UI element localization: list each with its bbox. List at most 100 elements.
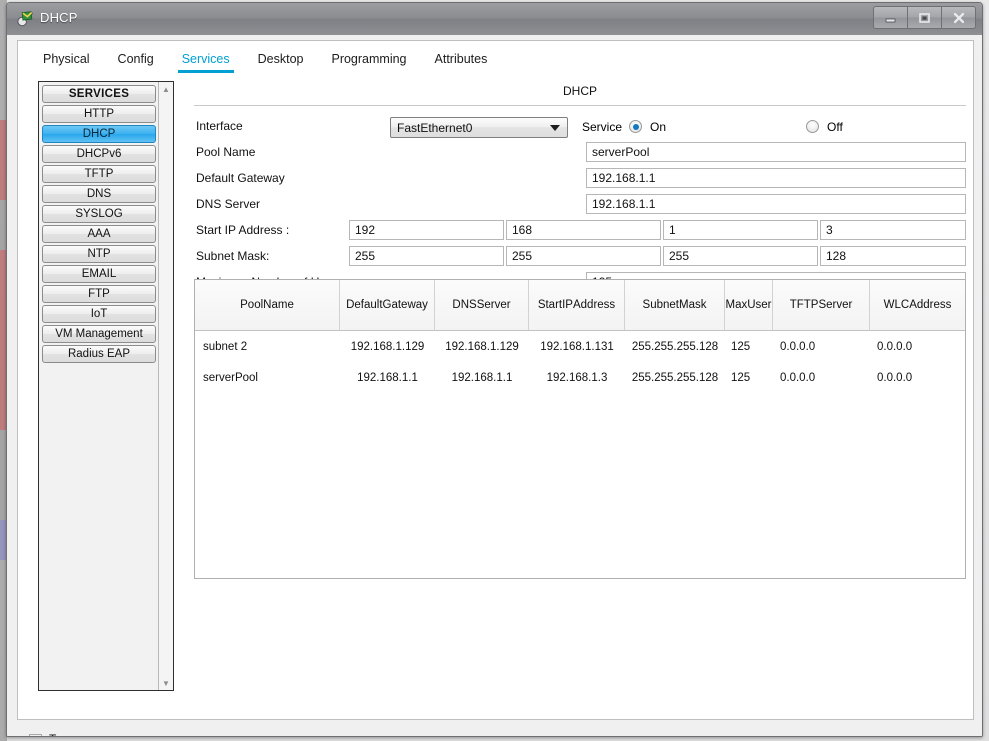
default-gateway-label: Default Gateway (196, 171, 285, 185)
page-title: DHCP (562, 84, 597, 98)
window-footer: Top (17, 725, 974, 736)
dns-server-label: DNS Server (196, 197, 261, 211)
start-ip-label: Start IP Address : (196, 223, 290, 237)
column-header-pool-name: Pool Name (195, 280, 340, 330)
sidebar-item-label: TFTP (84, 168, 114, 180)
column-header-wlc-address: WLC Address (883, 299, 952, 311)
maximize-button[interactable] (907, 6, 942, 29)
sidebar-item-syslog[interactable]: SYSLOG (42, 205, 156, 223)
sidebar-scrollbar[interactable]: ▲ ▼ (158, 82, 173, 690)
cell-dns-server: 192.168.1.129 (445, 340, 519, 353)
tab-bar: Physical Config Services Desktop Program… (18, 41, 973, 74)
column-header-start-ip: Start IP Address (529, 280, 625, 330)
interface-select[interactable]: FastEthernet0 (390, 117, 568, 138)
minimize-button[interactable] (873, 6, 908, 29)
cell-default-gateway: 192.168.1.129 (350, 340, 425, 353)
cell-max-user: 125 (731, 371, 751, 384)
scroll-up-icon[interactable]: ▲ (159, 82, 173, 96)
sidebar-item-ntp[interactable]: NTP (42, 245, 156, 263)
sidebar-item-label: EMAIL (81, 268, 117, 280)
sidebar-item-label: AAA (87, 228, 111, 240)
sidebar-item-label: SYSLOG (75, 208, 123, 220)
column-header-subnet-mask: Subnet Mask (625, 280, 725, 330)
table-row[interactable]: serverPool 192.168.1.1 192.168.1.1 192.1… (195, 362, 965, 393)
subnet-mask-octet-1[interactable] (349, 246, 504, 266)
subnet-mask-octet-4[interactable] (820, 246, 966, 266)
column-header-max-user: Max User (725, 280, 773, 330)
cell-subnet-mask: 255.255.255.128 (631, 371, 719, 384)
tab-physical[interactable]: Physical (29, 52, 104, 73)
service-off-radio[interactable] (806, 120, 819, 133)
tab-label: Physical (43, 52, 90, 66)
start-ip-octet-3[interactable] (663, 220, 818, 240)
window-title: DHCP (40, 10, 78, 25)
table-body: subnet 2 192.168.1.129 192.168.1.129 192… (195, 331, 965, 393)
start-ip-octet-4[interactable] (820, 220, 966, 240)
tab-programming[interactable]: Programming (317, 52, 420, 73)
services-list: SERVICES HTTP DHCP DHCPv6 TFTP DNS SYSLO… (39, 82, 162, 365)
cell-wlc-address: 0.0.0.0 (877, 371, 913, 384)
tab-bar-filler (501, 42, 973, 73)
packet-tracer-icon (16, 10, 34, 28)
chevron-down-icon (550, 125, 560, 131)
cell-start-ip: 192.168.1.3 (546, 371, 608, 384)
sidebar-item-label: NTP (87, 248, 111, 260)
tab-config[interactable]: Config (104, 52, 168, 73)
sidebar-item-email[interactable]: EMAIL (42, 265, 156, 283)
cell-tftp-server: 0.0.0.0 (780, 340, 816, 353)
pool-name-input[interactable] (586, 142, 966, 162)
cell-max-user: 125 (731, 340, 751, 353)
sidebar-item-label: VM Management (55, 328, 143, 340)
dns-server-input[interactable] (586, 194, 966, 214)
column-header-dns-server: DNS Server (435, 280, 529, 330)
window-titlebar[interactable]: DHCP (7, 3, 982, 36)
tab-label: Config (117, 52, 154, 66)
sidebar-item-dhcp[interactable]: DHCP (42, 125, 156, 143)
cell-subnet-mask: 255.255.255.128 (631, 340, 719, 353)
sidebar-item-ftp[interactable]: FTP (42, 285, 156, 303)
sidebar-item-dhcpv6[interactable]: DHCPv6 (42, 145, 156, 163)
table-row[interactable]: subnet 2 192.168.1.129 192.168.1.129 192… (195, 331, 965, 362)
table-header-row: Pool Name Default Gateway DNS Server Start I… (195, 280, 965, 331)
application-root: DHCP Physical Config Services Desktop Pr… (0, 0, 989, 741)
services-content: SERVICES HTTP DHCP DHCPv6 TFTP DNS SYSLO… (18, 73, 973, 719)
subnet-mask-octet-3[interactable] (663, 246, 818, 266)
service-label: Service (582, 120, 623, 134)
top-checkbox[interactable] (29, 734, 42, 736)
sidebar-item-tftp[interactable]: TFTP (42, 165, 156, 183)
scroll-down-icon[interactable]: ▼ (159, 676, 173, 690)
dhcp-pool-table: Pool Name Default Gateway DNS Server Start I… (194, 279, 966, 579)
sidebar-item-http[interactable]: HTTP (42, 105, 156, 123)
dhcp-window: DHCP Physical Config Services Desktop Pr… (6, 2, 983, 737)
sidebar-item-label: DHCP (82, 128, 116, 140)
sidebar-item-radius-eap[interactable]: Radius EAP (42, 345, 156, 363)
subnet-mask-label: Subnet Mask: (196, 249, 270, 263)
service-on-radio[interactable] (629, 120, 642, 133)
sidebar-item-iot[interactable]: IoT (42, 305, 156, 323)
cell-pool-name: subnet 2 (203, 340, 248, 353)
interface-value: FastEthernet0 (397, 120, 473, 135)
sidebar-item-label: SERVICES (68, 88, 130, 100)
tab-services[interactable]: Services (168, 52, 244, 73)
subnet-mask-octet-2[interactable] (506, 246, 661, 266)
panel-container: Physical Config Services Desktop Program… (17, 40, 974, 720)
start-ip-octet-2[interactable] (506, 220, 661, 240)
sidebar-item-vm-management[interactable]: VM Management (42, 325, 156, 343)
default-gateway-input[interactable] (586, 168, 966, 188)
cell-dns-server: 192.168.1.1 (451, 371, 513, 384)
sidebar-item-services: SERVICES (42, 85, 156, 103)
sidebar-item-dns[interactable]: DNS (42, 185, 156, 203)
window-controls (873, 6, 976, 29)
close-button[interactable] (941, 6, 976, 29)
cell-tftp-server: 0.0.0.0 (780, 371, 816, 384)
tab-attributes[interactable]: Attributes (421, 52, 502, 73)
cell-pool-name: serverPool (203, 371, 258, 384)
cell-default-gateway: 192.168.1.1 (357, 371, 418, 384)
cell-wlc-address: 0.0.0.0 (877, 340, 913, 353)
start-ip-octet-1[interactable] (349, 220, 504, 240)
services-sidebar: SERVICES HTTP DHCP DHCPv6 TFTP DNS SYSLO… (38, 81, 174, 691)
tab-label: Programming (331, 52, 407, 66)
sidebar-item-aaa[interactable]: AAA (42, 225, 156, 243)
pool-name-label: Pool Name (196, 145, 256, 159)
tab-desktop[interactable]: Desktop (244, 52, 318, 73)
